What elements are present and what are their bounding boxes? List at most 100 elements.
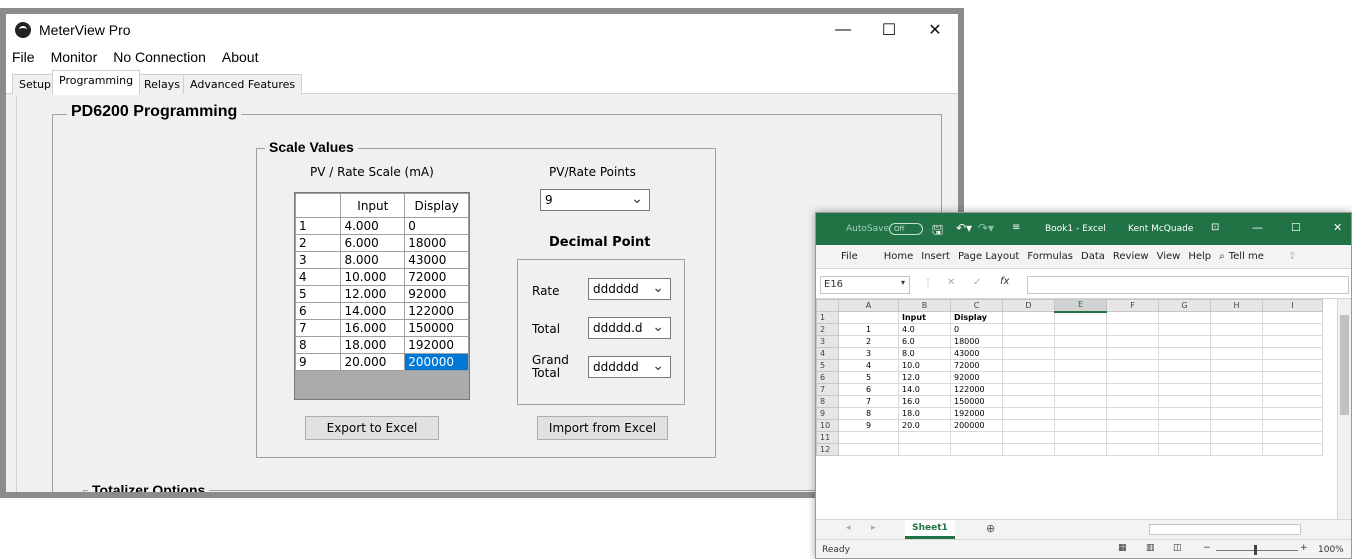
cell[interactable] — [1210, 383, 1263, 396]
col-header-g[interactable]: G — [1158, 299, 1211, 312]
input-cell[interactable]: 16.000 — [340, 319, 406, 337]
export-excel-button[interactable]: Export to Excel — [305, 416, 439, 440]
cell[interactable]: 6 — [838, 383, 899, 396]
formula-input[interactable] — [1027, 276, 1349, 294]
zoom-slider[interactable] — [1216, 550, 1298, 551]
cell[interactable]: 2 — [838, 335, 899, 348]
cell[interactable]: 6.0 — [898, 335, 951, 348]
tab-advanced-features[interactable]: Advanced Features — [183, 74, 303, 94]
display-cell[interactable]: 18000 — [404, 234, 469, 252]
cell[interactable] — [1002, 443, 1055, 456]
total-select[interactable]: ddddd.d ⌄ — [588, 317, 671, 339]
cell[interactable] — [1002, 323, 1055, 336]
cell[interactable] — [1158, 359, 1211, 372]
cell[interactable]: 18.0 — [898, 407, 951, 420]
zoom-in-icon[interactable]: + — [1300, 543, 1308, 553]
cell[interactable] — [1262, 419, 1323, 432]
ribbon-view[interactable]: View — [1157, 251, 1181, 262]
cell[interactable] — [1106, 335, 1159, 348]
row-header[interactable]: 2 — [816, 323, 839, 336]
cell[interactable] — [1210, 443, 1263, 456]
ribbon-review[interactable]: Review — [1113, 251, 1149, 262]
tell-me-search[interactable]: Tell me — [1229, 251, 1264, 262]
cell[interactable] — [1106, 311, 1159, 324]
cell[interactable]: 8 — [838, 407, 899, 420]
display-cell[interactable]: 122000 — [404, 302, 469, 320]
cell[interactable] — [1158, 431, 1211, 444]
cell[interactable] — [838, 443, 899, 456]
sheet-tab-sheet1[interactable]: Sheet1 — [905, 520, 955, 539]
cell[interactable] — [1262, 371, 1323, 384]
cell[interactable] — [1054, 431, 1107, 444]
undo-icon[interactable]: ↶▾ — [956, 221, 972, 235]
normal-view-icon[interactable]: ▦ — [1118, 543, 1127, 553]
page-break-view-icon[interactable]: ◫ — [1173, 543, 1182, 553]
cell[interactable]: 4 — [838, 359, 899, 372]
cell[interactable]: 3 — [838, 347, 899, 360]
cell[interactable] — [1158, 347, 1211, 360]
cell[interactable] — [1210, 311, 1263, 324]
cell[interactable] — [1262, 323, 1323, 336]
display-cell[interactable]: 72000 — [404, 268, 469, 286]
cell[interactable] — [1054, 395, 1107, 408]
col-header-c[interactable]: C — [950, 299, 1003, 312]
col-header-input[interactable]: Input — [340, 193, 406, 218]
cell[interactable] — [1002, 311, 1055, 324]
worksheet-grid[interactable]: A B C D E F G H I 1 Input Display 2 1 4.0 0 3… — [816, 299, 1351, 456]
cell[interactable] — [1106, 395, 1159, 408]
cell[interactable]: 5 — [838, 371, 899, 384]
cell[interactable] — [1158, 371, 1211, 384]
cell[interactable] — [1002, 383, 1055, 396]
input-cell[interactable]: 6.000 — [340, 234, 406, 252]
zoom-level[interactable]: 100% — [1318, 545, 1344, 555]
cancel-icon[interactable]: ✕ — [947, 277, 955, 288]
cell[interactable]: Display — [950, 311, 1003, 324]
row-header[interactable]: 3 — [816, 335, 839, 348]
display-cell[interactable]: 150000 — [404, 319, 469, 337]
tab-programming[interactable]: Programming — [52, 70, 141, 95]
cell[interactable] — [1262, 383, 1323, 396]
input-cell[interactable]: 4.000 — [340, 217, 406, 235]
user-name[interactable]: Kent McQuade — [1128, 224, 1193, 234]
cell[interactable] — [838, 431, 899, 444]
cell[interactable] — [1002, 395, 1055, 408]
save-icon[interactable]: 🖫 — [932, 221, 943, 243]
cell[interactable] — [1262, 359, 1323, 372]
import-excel-button[interactable]: Import from Excel — [537, 416, 668, 440]
cell[interactable]: 7 — [838, 395, 899, 408]
ribbon-formulas[interactable]: Formulas — [1027, 251, 1073, 262]
ribbon-data[interactable]: Data — [1081, 251, 1105, 262]
cell[interactable] — [1106, 323, 1159, 336]
cell[interactable]: 10.0 — [898, 359, 951, 372]
cell[interactable] — [1002, 347, 1055, 360]
row-header[interactable]: 7 — [816, 383, 839, 396]
cell[interactable] — [1054, 347, 1107, 360]
close-button[interactable]: ✕ — [912, 14, 958, 46]
cell[interactable] — [1158, 443, 1211, 456]
cell[interactable] — [1106, 359, 1159, 372]
input-cell[interactable]: 12.000 — [340, 285, 406, 303]
cell[interactable] — [1054, 383, 1107, 396]
scale-grid[interactable]: Input Display 1 4.000 0 2 6.000 18000 3 8.000… — [294, 192, 470, 400]
cell[interactable] — [1054, 359, 1107, 372]
maximize-button[interactable]: ☐ — [1291, 221, 1301, 234]
cell[interactable] — [1002, 431, 1055, 444]
cell[interactable] — [1054, 419, 1107, 432]
cell[interactable] — [1262, 407, 1323, 420]
display-cell[interactable]: 0 — [404, 217, 469, 235]
col-header-d[interactable]: D — [1002, 299, 1055, 312]
cell[interactable] — [1002, 407, 1055, 420]
cell[interactable] — [1158, 419, 1211, 432]
zoom-out-icon[interactable]: − — [1203, 543, 1211, 553]
points-select[interactable]: 9 ⌄ — [540, 189, 650, 211]
ribbon-help[interactable]: Help — [1188, 251, 1211, 262]
col-header-e[interactable]: E — [1054, 299, 1107, 313]
input-cell[interactable]: 10.000 — [340, 268, 406, 286]
cell[interactable]: 192000 — [950, 407, 1003, 420]
cell[interactable]: 0 — [950, 323, 1003, 336]
cell[interactable] — [1262, 395, 1323, 408]
ribbon-file[interactable]: File — [841, 251, 858, 262]
cell[interactable] — [1002, 359, 1055, 372]
close-button[interactable]: ✕ — [1333, 221, 1342, 234]
autosave-toggle[interactable]: Off — [889, 223, 923, 235]
